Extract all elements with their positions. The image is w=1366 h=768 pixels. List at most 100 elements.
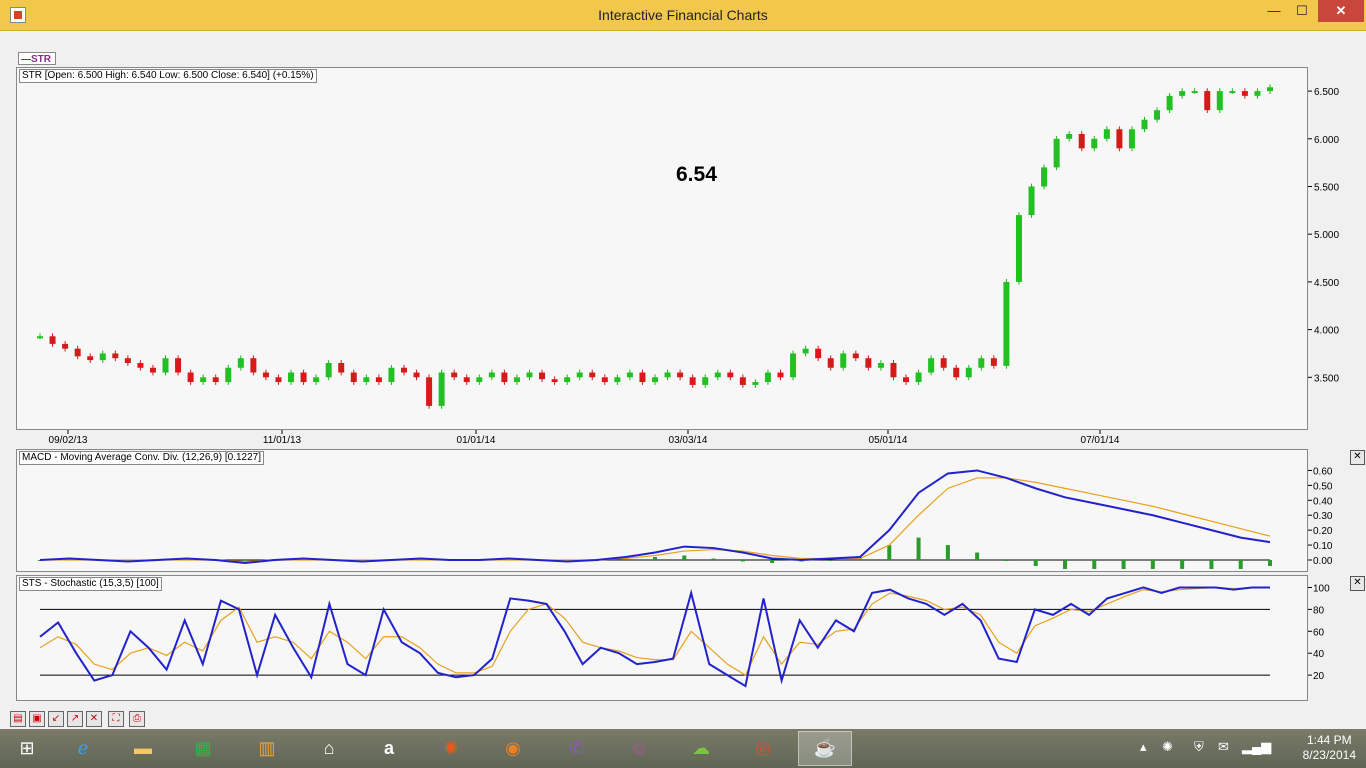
candle <box>978 358 985 368</box>
candle <box>852 353 859 359</box>
candle <box>840 353 847 368</box>
charts-svg: 6.500 6.000 5.500 5.000 4.500 4.000 3.500 09/02… <box>37 84 1339 688</box>
candle <box>1166 95 1173 111</box>
candle <box>313 377 320 383</box>
candle <box>1216 91 1223 111</box>
macd-y-tick-label: 0.40 <box>1313 496 1333 507</box>
candle <box>990 358 997 366</box>
candle <box>915 372 922 383</box>
ie-icon[interactable]: ℯ <box>56 731 110 766</box>
date-tick-label: 01/01/14 <box>457 435 496 446</box>
candle <box>1028 186 1035 216</box>
candle <box>363 377 370 383</box>
store-icon[interactable]: ▦ <box>176 731 230 766</box>
notes-icon[interactable]: ▥ <box>240 731 294 766</box>
sts-k-line <box>39 586 1270 688</box>
candle <box>74 348 81 357</box>
candle <box>626 372 633 378</box>
macd-histogram-bar <box>1092 560 1097 569</box>
candle <box>802 348 809 354</box>
print-icon[interactable]: ⎙ <box>129 711 145 727</box>
macd-histogram-bar <box>945 545 950 560</box>
home-icon[interactable]: ⌂ <box>302 731 356 766</box>
candle <box>1116 129 1123 149</box>
candle <box>162 358 169 373</box>
price-y-tick-label: 4.500 <box>1314 278 1339 289</box>
messenger-icon[interactable]: ☺ <box>612 731 666 766</box>
java-app-taskbar-icon[interactable]: ☕ <box>798 731 852 766</box>
zoom-out-icon[interactable]: ↗ <box>67 711 83 727</box>
price-y-tick-label: 6.500 <box>1314 87 1339 98</box>
macd-histogram-bar <box>1150 560 1155 569</box>
zoom-in-icon[interactable]: ↙ <box>48 711 64 727</box>
candle <box>790 353 797 378</box>
candle <box>400 367 407 373</box>
candle <box>903 377 910 383</box>
tray-expand-icon[interactable]: ▴ <box>1140 739 1147 755</box>
candle <box>1229 91 1236 94</box>
expand-icon[interactable]: ✕ <box>86 711 102 727</box>
candle <box>714 372 721 378</box>
candle <box>451 372 458 378</box>
candle <box>1179 91 1186 96</box>
firefox-icon[interactable]: ◉ <box>486 731 540 766</box>
macd-histogram-bar <box>682 555 687 560</box>
tray-app-icon[interactable]: ✺ <box>1162 739 1173 755</box>
clock-date: 8/23/2014 <box>1302 748 1356 762</box>
open-icon[interactable]: ▤ <box>10 711 26 727</box>
candle <box>614 377 621 383</box>
taskbar: ⊞ ℯ ▬ ▦ ▥ ⌂ a ✺ ◉ ✆ ☺ ☁ ◎ ☕ ▴ ✺ ⛨ ✉ ▂▄▆ … <box>0 729 1366 768</box>
taskbar-clock[interactable]: 1:44 PM 8/23/2014 <box>1303 733 1356 763</box>
macd-histogram-bar <box>653 557 657 560</box>
macd-histogram-bar <box>1033 560 1038 566</box>
viber-icon[interactable]: ✆ <box>550 731 604 766</box>
price-y-tick-label: 3.500 <box>1314 373 1339 384</box>
candle <box>87 356 94 361</box>
candle <box>250 358 257 373</box>
candle <box>1053 138 1060 168</box>
amazon-icon[interactable]: a <box>362 731 416 766</box>
candle <box>438 372 445 406</box>
volume-icon[interactable]: 🔈︎ <box>1266 739 1274 755</box>
gmail-icon[interactable]: ✉ <box>1218 739 1229 755</box>
start-windows-icon[interactable]: ⊞ <box>0 731 54 766</box>
candle <box>551 379 558 383</box>
macd-y-tick-label: 0.20 <box>1313 526 1333 537</box>
game-icon[interactable]: ✺ <box>424 731 478 766</box>
macd-y-tick-label: 0.30 <box>1313 511 1333 522</box>
date-tick-label: 05/01/14 <box>869 435 908 446</box>
macd-histogram-bar <box>770 560 775 563</box>
candle <box>175 358 182 373</box>
macd-histogram-bar <box>887 545 892 560</box>
macd-histogram-bar <box>1121 560 1126 569</box>
macd-histogram-bar <box>1209 560 1214 569</box>
candle <box>300 372 307 383</box>
candle <box>564 377 571 383</box>
save-icon[interactable]: ▣ <box>29 711 45 727</box>
candle <box>727 372 734 378</box>
candle <box>488 372 495 378</box>
date-tick-label: 11/01/13 <box>263 435 302 446</box>
clock-time: 1:44 PM <box>1306 733 1352 747</box>
candle <box>639 372 646 383</box>
candle <box>62 343 69 349</box>
macd-histogram-bar <box>1238 560 1243 569</box>
candle <box>262 372 269 378</box>
macd-line <box>39 469 1271 564</box>
macd-histogram-bar <box>1004 560 1009 561</box>
sts-y-tick-label: 40 <box>1313 649 1325 660</box>
candle <box>777 372 784 378</box>
candle <box>539 372 546 380</box>
chrome-icon[interactable]: ◎ <box>736 731 790 766</box>
macd-histogram-bar <box>1180 560 1185 569</box>
fit-icon[interactable]: ⛶ <box>108 711 124 727</box>
candle <box>112 353 119 359</box>
file-explorer-icon[interactable]: ▬ <box>116 731 170 766</box>
mcafee-icon[interactable]: ⛨ <box>1194 739 1204 755</box>
candle <box>99 353 106 361</box>
candle <box>928 358 935 373</box>
cloud-icon[interactable]: ☁ <box>674 731 728 766</box>
macd-histogram-bar <box>1063 560 1067 569</box>
candle <box>664 372 671 378</box>
candle <box>1041 167 1048 187</box>
